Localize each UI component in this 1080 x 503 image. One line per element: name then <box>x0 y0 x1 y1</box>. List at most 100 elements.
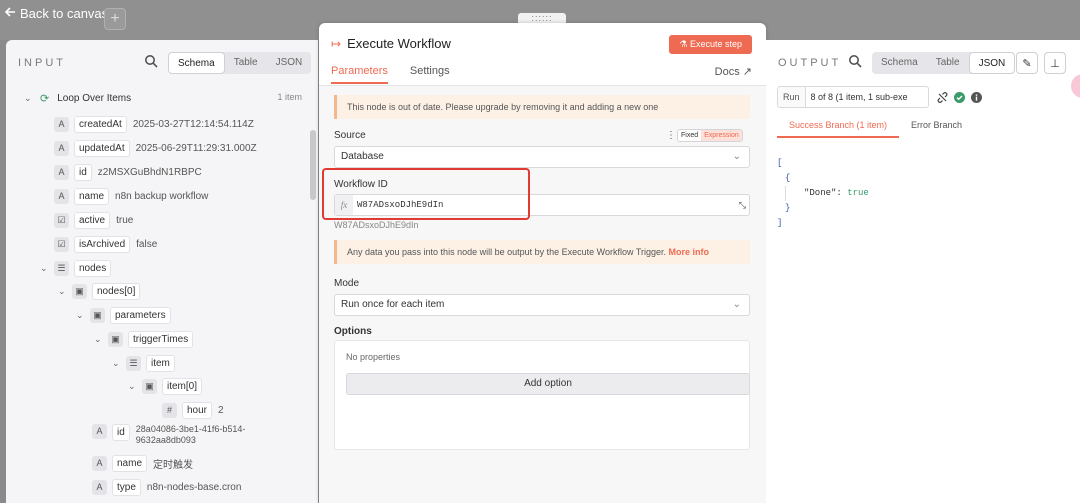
mode-fixed[interactable]: Fixed <box>678 130 702 141</box>
field-row: # hour 2 <box>162 400 224 420</box>
output-view-schema[interactable]: Schema <box>872 52 927 74</box>
data-notice: Any data you pass into this node will be… <box>334 240 750 264</box>
tree-node-item0[interactable]: ⌄ ▣ item[0] <box>128 376 203 396</box>
add-node-button[interactable]: + <box>104 8 126 30</box>
field-key[interactable]: id <box>112 424 130 441</box>
field-key[interactable]: triggerTimes <box>128 330 194 348</box>
node-title-text[interactable]: Execute Workflow <box>347 36 451 51</box>
chevron-down-icon[interactable]: ⌄ <box>94 334 104 345</box>
field-key[interactable]: active <box>74 211 111 229</box>
field-key[interactable]: item[0] <box>162 377 203 395</box>
string-type-icon: A <box>54 164 69 180</box>
pin-output-button[interactable]: ⊥ <box>1044 52 1066 74</box>
field-key[interactable]: updatedAt <box>74 139 130 157</box>
field-value: 定时触发 <box>153 459 194 471</box>
output-title: OUTPUT <box>778 57 842 69</box>
tree-node-nodes[interactable]: ⌄ ☰ nodes <box>40 258 112 278</box>
field-value: n8n-nodes-base.cron <box>146 481 242 493</box>
field-key[interactable]: nodes[0] <box>92 282 141 300</box>
info-icon[interactable] <box>971 92 982 103</box>
field-key[interactable]: isArchived <box>74 235 131 253</box>
string-type-icon: A <box>92 455 107 471</box>
chevron-down-icon[interactable]: ⌄ <box>40 263 50 274</box>
object-type-icon: ▣ <box>142 378 157 394</box>
workflow-id-resolved: W87ADsxoDJhE9dIn <box>334 220 419 230</box>
node-title: ↦ Execute Workflow <box>331 36 451 51</box>
input-view-switcher: Schema Table JSON <box>168 52 312 74</box>
output-view-table[interactable]: Table <box>927 52 969 74</box>
more-info-link[interactable]: More info <box>669 247 710 257</box>
field-value: 2025-03-27T12:14:54.114Z <box>132 118 254 130</box>
boolean-type-icon: ☑ <box>54 236 69 252</box>
field-row: A name 定时触发 <box>92 453 193 473</box>
boolean-type-icon: ☑ <box>54 212 69 228</box>
execute-step-button[interactable]: ⚗ Execute step <box>669 35 752 54</box>
json-bracket-close: ] <box>777 218 783 228</box>
tree-node-triggertimes[interactable]: ⌄ ▣ triggerTimes <box>94 329 194 349</box>
input-scrollbar[interactable] <box>310 130 316 200</box>
input-view-table[interactable]: Table <box>225 52 267 74</box>
success-check-icon <box>954 92 965 103</box>
input-title: INPUT <box>18 57 66 69</box>
field-value: false <box>136 238 158 250</box>
field-key[interactable]: createdAt <box>74 115 127 133</box>
fixed-expression-toggle[interactable]: Fixed Expression <box>677 129 743 142</box>
chevron-down-icon: ⌄ <box>732 299 741 310</box>
input-view-json[interactable]: JSON <box>267 52 312 74</box>
field-key[interactable]: name <box>74 187 110 205</box>
chevron-down-icon[interactable]: ⌄ <box>128 381 138 392</box>
pin-icon: ⊥ <box>1050 57 1060 70</box>
mode-select[interactable]: Run once for each item ⌄ <box>334 294 750 316</box>
chevron-down-icon[interactable]: ⌄ <box>112 358 122 369</box>
input-view-schema[interactable]: Schema <box>168 52 225 74</box>
tree-root[interactable]: ⌄ ⟳ Loop Over Items <box>24 88 131 108</box>
run-label: Run <box>778 87 806 107</box>
field-row: ☑ isArchived false <box>54 234 157 254</box>
tab-error-branch[interactable]: Error Branch <box>899 120 974 138</box>
field-key[interactable]: name <box>112 454 148 472</box>
field-row: ☑ active true <box>54 210 133 230</box>
execute-step-label: Execute step <box>689 39 742 49</box>
field-row: A updatedAt 2025-06-29T11:29:31.000Z <box>54 138 257 158</box>
docs-link[interactable]: Docs ↗ <box>715 65 752 78</box>
chevron-down-icon[interactable]: ⌄ <box>76 310 86 321</box>
tree-node-item[interactable]: ⌄ ☰ item <box>112 353 175 373</box>
flask-icon: ⚗ <box>679 39 690 49</box>
field-key[interactable]: item <box>146 354 175 372</box>
edit-output-button[interactable]: ✎ <box>1016 52 1038 74</box>
tab-settings[interactable]: Settings <box>410 65 450 84</box>
mode-expression[interactable]: Expression <box>701 130 742 141</box>
chevron-down-icon: ⌄ <box>732 151 741 162</box>
search-icon[interactable] <box>144 54 158 68</box>
field-key[interactable]: nodes <box>74 259 112 277</box>
tab-success-branch[interactable]: Success Branch (1 item) <box>777 120 900 138</box>
add-option-button[interactable]: Add option <box>346 373 750 395</box>
options-box: No properties Add option <box>334 340 750 450</box>
chevron-down-icon[interactable]: ⌄ <box>58 286 68 297</box>
chevron-down-icon[interactable]: ⌄ <box>24 93 34 104</box>
back-to-canvas-button[interactable]: Back to canvas <box>4 6 108 21</box>
json-key: "Done" <box>804 188 837 198</box>
run-value: 8 of 8 (1 item, 1 sub-exe <box>810 92 908 102</box>
run-selector[interactable]: Run 8 of 8 (1 item, 1 sub-exe <box>777 86 929 108</box>
mode-value: Run once for each item <box>341 299 445 310</box>
branch-tabs: Success Branch (1 item) Error Branch <box>777 120 974 138</box>
source-label: Source <box>334 130 366 141</box>
object-type-icon: ▣ <box>72 283 87 299</box>
tab-parameters[interactable]: Parameters <box>331 65 388 84</box>
tree-node-nodes0[interactable]: ⌄ ▣ nodes[0] <box>58 281 141 301</box>
field-key[interactable]: parameters <box>110 306 171 324</box>
unlink-icon[interactable] <box>937 92 948 103</box>
tree-node-parameters[interactable]: ⌄ ▣ parameters <box>76 305 171 325</box>
input-panel: INPUT Schema Table JSON 1 item ⌄ ⟳ Loop … <box>6 40 318 503</box>
field-key[interactable]: hour <box>182 401 213 419</box>
expand-icon[interactable]: ⤡ <box>739 200 746 211</box>
options-label: Options <box>334 326 372 337</box>
output-view-json[interactable]: JSON <box>968 52 1016 74</box>
source-select[interactable]: Database ⌄ <box>334 146 750 168</box>
field-key[interactable]: type <box>112 478 141 496</box>
search-icon[interactable] <box>848 54 862 68</box>
object-type-icon: ▣ <box>90 307 105 323</box>
field-key[interactable]: id <box>74 163 92 181</box>
more-vertical-icon[interactable]: ⋮ <box>666 130 676 141</box>
